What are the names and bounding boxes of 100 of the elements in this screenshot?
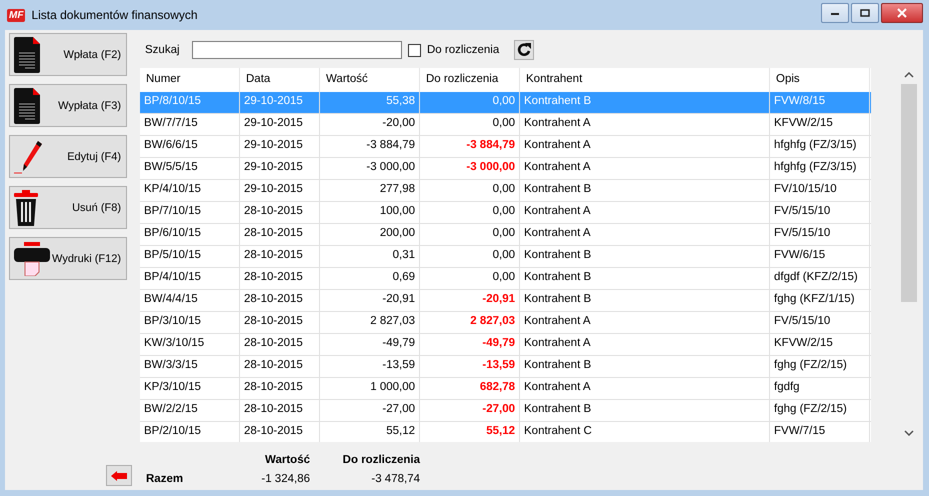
document-icon <box>14 88 40 124</box>
table-cell: BP/3/10/15 <box>140 312 240 333</box>
table-cell: Kontrahent A <box>520 312 770 333</box>
maximize-button[interactable] <box>851 3 879 23</box>
table-cell: -13,59 <box>420 356 520 377</box>
pen-icon <box>14 138 44 174</box>
table-cell: -27,00 <box>320 400 420 421</box>
filter-checkbox[interactable] <box>408 44 421 56</box>
table-cell: 2 827,03 <box>420 312 520 333</box>
search-field[interactable] <box>192 41 402 59</box>
table-cell: FVW/8/15 <box>770 92 870 113</box>
table-cell: fghg (KFZ/1/15) <box>770 290 870 311</box>
table-cell: 28-10-2015 <box>240 378 320 399</box>
table-row[interactable]: BP/2/10/15 28-10-2015 55,12 55,12 Kontrahent C FVW/7/15 <box>140 422 871 442</box>
table-cell: BP/6/10/15 <box>140 224 240 245</box>
table-cell: BP/5/10/15 <box>140 246 240 267</box>
table-cell: -27,00 <box>420 400 520 421</box>
table-cell: FVW/6/15 <box>770 246 870 267</box>
window-title: Lista dokumentów finansowych <box>31 8 198 22</box>
table-cell: Kontrahent B <box>520 92 770 113</box>
table-row[interactable]: KW/3/10/15 28-10-2015 -49,79 -49,79 Kontrahent A KFVW/2/15 <box>140 334 871 356</box>
totals-heading: Wartość <box>264 454 310 466</box>
refresh-button[interactable] <box>514 40 534 60</box>
table-row[interactable]: BW/5/5/15 29-10-2015 -3 000,00 -3 000,00 Kontrahent A hfghfg (FZ/3/15) <box>140 158 871 180</box>
table-cell: 29-10-2015 <box>240 92 320 113</box>
table-cell: 29-10-2015 <box>240 136 320 157</box>
table-cell: 682,78 <box>420 378 520 399</box>
action-button[interactable]: Wydruki (F12) <box>9 237 127 280</box>
table-cell: 55,38 <box>320 92 420 113</box>
table-cell: -20,91 <box>320 290 420 311</box>
table-cell: 28-10-2015 <box>240 312 320 333</box>
table-row[interactable]: BW/2/2/15 28-10-2015 -27,00 -27,00 Kontrahent B fghg (FZ/2/15) <box>140 400 871 422</box>
table-cell: KW/3/10/15 <box>140 334 240 355</box>
table-row[interactable]: KP/3/10/15 28-10-2015 1 000,00 682,78 Kontrahent A fgdfg <box>140 378 871 400</box>
table-cell: 0,00 <box>420 202 520 223</box>
table-row[interactable]: BW/4/4/15 28-10-2015 -20,91 -20,91 Kontrahent B fghg (KFZ/1/15) <box>140 290 871 312</box>
action-button[interactable]: Wpłata (F2) <box>9 33 127 76</box>
table-cell: 29-10-2015 <box>240 114 320 135</box>
table-cell: fghg (FZ/2/15) <box>770 356 870 377</box>
table-cell: 0,31 <box>320 246 420 267</box>
table-cell: Kontrahent B <box>520 356 770 377</box>
action-button[interactable]: Usuń (F8) <box>9 186 127 229</box>
table-row[interactable]: BW/7/7/15 29-10-2015 -20,00 0,00 Kontrahent A KFVW/2/15 <box>140 114 871 136</box>
minimize-button[interactable] <box>821 3 849 23</box>
table-cell: 29-10-2015 <box>240 180 320 201</box>
scroll-up-icon <box>904 72 914 78</box>
table-cell: -3 000,00 <box>420 158 520 179</box>
totals-value: -3 478,74 <box>370 472 420 484</box>
table-cell: 0,69 <box>320 268 420 289</box>
table-cell: Kontrahent A <box>520 114 770 135</box>
table-cell: BW/3/3/15 <box>140 356 240 377</box>
table-cell: -20,91 <box>420 290 520 311</box>
table-row[interactable]: BP/7/10/15 28-10-2015 100,00 0,00 Kontrahent A FV/5/15/10 <box>140 202 871 224</box>
totals-label: Razem <box>145 472 184 484</box>
table-cell: Kontrahent A <box>520 378 770 399</box>
table-cell: FVW/7/15 <box>770 422 870 442</box>
table-cell: 28-10-2015 <box>240 246 320 267</box>
table-cell: 28-10-2015 <box>240 356 320 377</box>
table-cell: -49,79 <box>320 334 420 355</box>
table-cell: hfghfg (FZ/3/15) <box>770 136 870 157</box>
table-cell: Kontrahent B <box>520 246 770 267</box>
table-cell: 28-10-2015 <box>240 422 320 442</box>
table-cell: 55,12 <box>420 422 520 442</box>
table-cell: -3 000,00 <box>320 158 420 179</box>
arrow-left-icon <box>111 470 127 480</box>
table-cell: Kontrahent B <box>520 268 770 289</box>
totals-heading: Do rozliczenia <box>342 454 420 466</box>
table-cell: BP/4/10/15 <box>140 268 240 289</box>
table-row[interactable]: BP/3/10/15 28-10-2015 2 827,03 2 827,03 Kontrahent A FV/5/15/10 <box>140 312 871 334</box>
back-button[interactable] <box>106 465 132 486</box>
table-row[interactable]: BW/3/3/15 28-10-2015 -13,59 -13,59 Kontrahent B fghg (FZ/2/15) <box>140 356 871 378</box>
printer-icon <box>14 242 50 276</box>
table-cell: BW/4/4/15 <box>140 290 240 311</box>
table-row[interactable]: KP/4/10/15 29-10-2015 277,98 0,00 Kontrahent B FV/10/15/10 <box>140 180 871 202</box>
table-cell: BP/8/10/15 <box>140 92 240 113</box>
table-cell: fghg (FZ/2/15) <box>770 400 870 421</box>
table-cell: 277,98 <box>320 180 420 201</box>
table-row[interactable]: BP/5/10/15 28-10-2015 0,31 0,00 Kontrahent B FVW/6/15 <box>140 246 871 268</box>
action-button[interactable]: Edytuj (F4) <box>9 135 127 178</box>
table-cell: -49,79 <box>420 334 520 355</box>
app-logo: MF <box>7 8 26 22</box>
close-button[interactable] <box>881 3 923 23</box>
table-cell: 0,00 <box>420 114 520 135</box>
table-cell: FV/10/15/10 <box>770 180 870 201</box>
filter-label: Do rozliczenia <box>427 44 500 56</box>
table-cell: 28-10-2015 <box>240 290 320 311</box>
table-cell: 1 000,00 <box>320 378 420 399</box>
table-cell: BW/6/6/15 <box>140 136 240 157</box>
table-cell: 28-10-2015 <box>240 202 320 223</box>
table-cell: 0,00 <box>420 268 520 289</box>
table-row[interactable]: BW/6/6/15 29-10-2015 -3 884,79 -3 884,79 Kontrahent A hfghfg (FZ/3/15) <box>140 136 871 158</box>
table-cell: Kontrahent A <box>520 224 770 245</box>
table-row[interactable]: BP/6/10/15 28-10-2015 200,00 0,00 Kontrahent A FV/5/15/10 <box>140 224 871 246</box>
table-cell: BP/7/10/15 <box>140 202 240 223</box>
table-cell: BW/5/5/15 <box>140 158 240 179</box>
table-row[interactable]: BP/4/10/15 28-10-2015 0,69 0,00 Kontrahent B dfgdf (KFZ/2/15) <box>140 268 871 290</box>
action-button[interactable]: Wypłata (F3) <box>9 84 127 127</box>
table-cell: KFVW/2/15 <box>770 334 870 355</box>
trash-icon <box>14 190 38 226</box>
refresh-icon <box>516 42 532 58</box>
